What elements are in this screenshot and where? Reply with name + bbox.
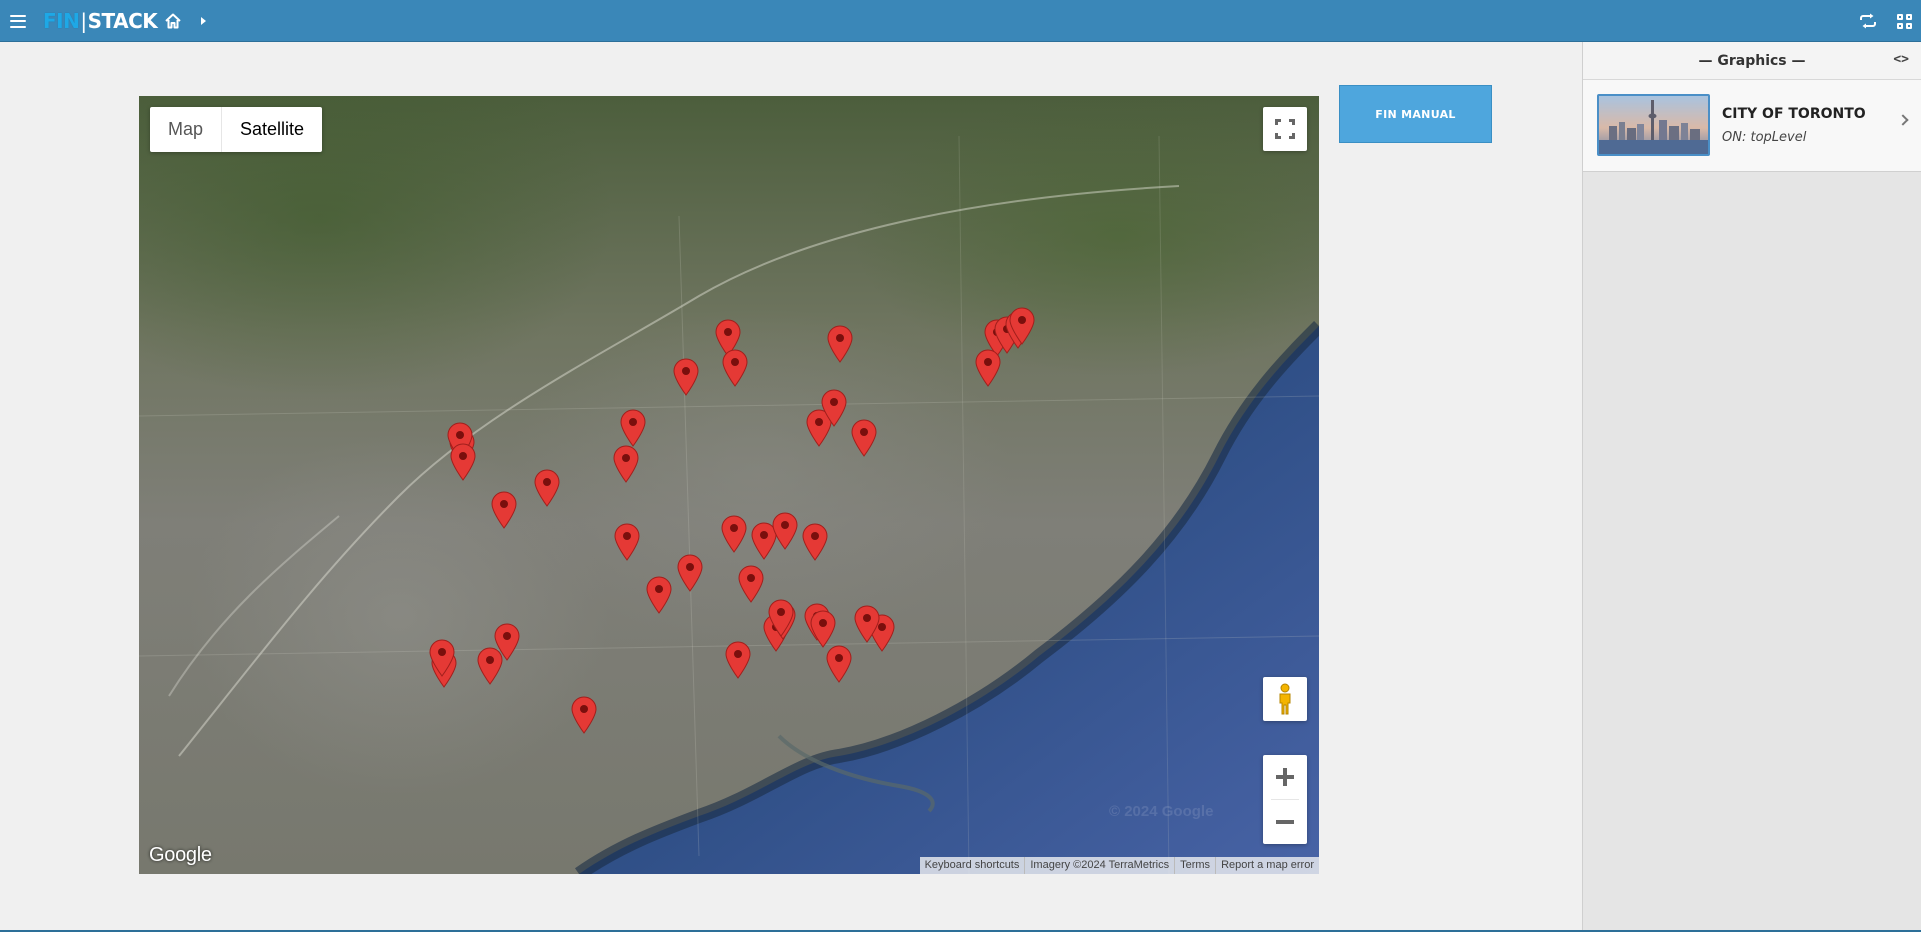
logo-fin-text: FIN xyxy=(43,9,80,33)
map-marker-pin-icon[interactable] xyxy=(449,442,477,482)
caret-right-icon xyxy=(200,17,206,25)
google-logo: Google xyxy=(149,844,212,866)
pegman-icon xyxy=(1279,683,1291,715)
map-marker-pin-icon[interactable] xyxy=(825,644,853,684)
map-marker-pin-icon[interactable] xyxy=(613,522,641,562)
map-marker-pin-icon[interactable] xyxy=(853,604,881,644)
map-marker-pin-icon[interactable] xyxy=(428,638,456,678)
report-map-error-link[interactable]: Report a map error xyxy=(1215,857,1319,874)
logo-divider: | xyxy=(80,9,87,33)
map-marker-pin-icon[interactable] xyxy=(672,357,700,397)
panel-header: — Graphics — <> xyxy=(1583,42,1921,80)
map-marker-pin-icon[interactable] xyxy=(645,575,673,615)
map-marker-pin-icon[interactable] xyxy=(767,598,795,638)
zoom-in-button[interactable] xyxy=(1263,755,1307,799)
map-marker-pin-icon[interactable] xyxy=(570,695,598,735)
map-marker-pin-icon[interactable] xyxy=(721,348,749,388)
apps-grid-icon xyxy=(1896,13,1912,29)
graphics-panel: — Graphics — <> CITY OF TORONTO ON: topL… xyxy=(1582,42,1921,932)
fullscreen-icon xyxy=(1275,119,1295,139)
chevron-right-icon xyxy=(1897,114,1909,126)
imagery-attribution: Imagery ©2024 TerraMetrics xyxy=(1024,857,1174,874)
home-icon xyxy=(165,13,181,29)
map-marker-pin-icon[interactable] xyxy=(490,490,518,530)
map-marker-pin-icon[interactable] xyxy=(801,522,829,562)
map-type-satellite-button[interactable]: Satellite xyxy=(221,107,322,152)
keyboard-shortcuts-link[interactable]: Keyboard shortcuts xyxy=(920,857,1025,874)
map-marker-pin-icon[interactable] xyxy=(619,408,647,448)
graphic-list-item[interactable]: CITY OF TORONTO ON: topLevel xyxy=(1583,80,1921,172)
logo-stack-text: STACK xyxy=(87,9,158,33)
hamburger-icon xyxy=(10,14,26,28)
map-marker-pin-icon[interactable] xyxy=(809,609,837,649)
minus-icon xyxy=(1276,820,1294,824)
hamburger-menu-button[interactable] xyxy=(6,0,30,42)
map-marker-pin-icon[interactable] xyxy=(737,564,765,604)
map-marker-pin-icon[interactable] xyxy=(820,388,848,428)
zoom-control xyxy=(1263,755,1307,844)
zoom-out-button[interactable] xyxy=(1263,800,1307,844)
map-marker-pin-icon[interactable] xyxy=(974,348,1002,388)
lake-water xyxy=(139,135,1319,874)
refresh-icon xyxy=(1860,13,1876,29)
graphic-item-title: CITY OF TORONTO xyxy=(1722,106,1866,122)
map-marker-pin-icon[interactable] xyxy=(850,418,878,458)
map-marker-pin-icon[interactable] xyxy=(533,468,561,508)
fullscreen-button[interactable] xyxy=(1263,107,1307,151)
map-marker-pin-icon[interactable] xyxy=(720,514,748,554)
map-watermark: © 2024 Google xyxy=(1109,803,1214,820)
map-marker-pin-icon[interactable] xyxy=(826,324,854,364)
map-marker-pin-icon[interactable] xyxy=(724,640,752,680)
terms-link[interactable]: Terms xyxy=(1174,857,1215,874)
app-logo: FIN | STACK xyxy=(43,9,158,33)
refresh-button[interactable] xyxy=(1856,0,1880,42)
graphic-item-subtitle: ON: topLevel xyxy=(1722,130,1807,145)
top-bar: FIN | STACK xyxy=(0,0,1921,42)
panel-title: — Graphics — xyxy=(1698,52,1806,69)
map-type-control: Map Satellite xyxy=(150,107,323,152)
map-attribution-bar: Keyboard shortcuts Imagery ©2024 TerraMe… xyxy=(919,857,1319,874)
code-toggle-icon[interactable]: <> xyxy=(1893,52,1909,67)
map-view[interactable]: Map Satellite © 2024 Google Google Keybo… xyxy=(139,96,1319,874)
map-marker-pin-icon[interactable] xyxy=(612,444,640,484)
map-marker-pin-icon[interactable] xyxy=(771,511,799,551)
home-button[interactable] xyxy=(162,0,184,42)
map-marker-pin-icon[interactable] xyxy=(676,553,704,593)
fin-manual-button[interactable]: FIN MANUAL xyxy=(1339,85,1492,143)
map-type-map-button[interactable]: Map xyxy=(150,107,221,152)
street-view-pegman-button[interactable] xyxy=(1263,677,1307,721)
apps-button[interactable] xyxy=(1893,0,1915,42)
plus-icon xyxy=(1276,768,1294,786)
toronto-skyline-thumbnail xyxy=(1597,94,1710,156)
breadcrumb-caret-button[interactable] xyxy=(196,0,210,42)
map-marker-pin-icon[interactable] xyxy=(476,646,504,686)
map-marker-pin-icon[interactable] xyxy=(1008,306,1036,346)
